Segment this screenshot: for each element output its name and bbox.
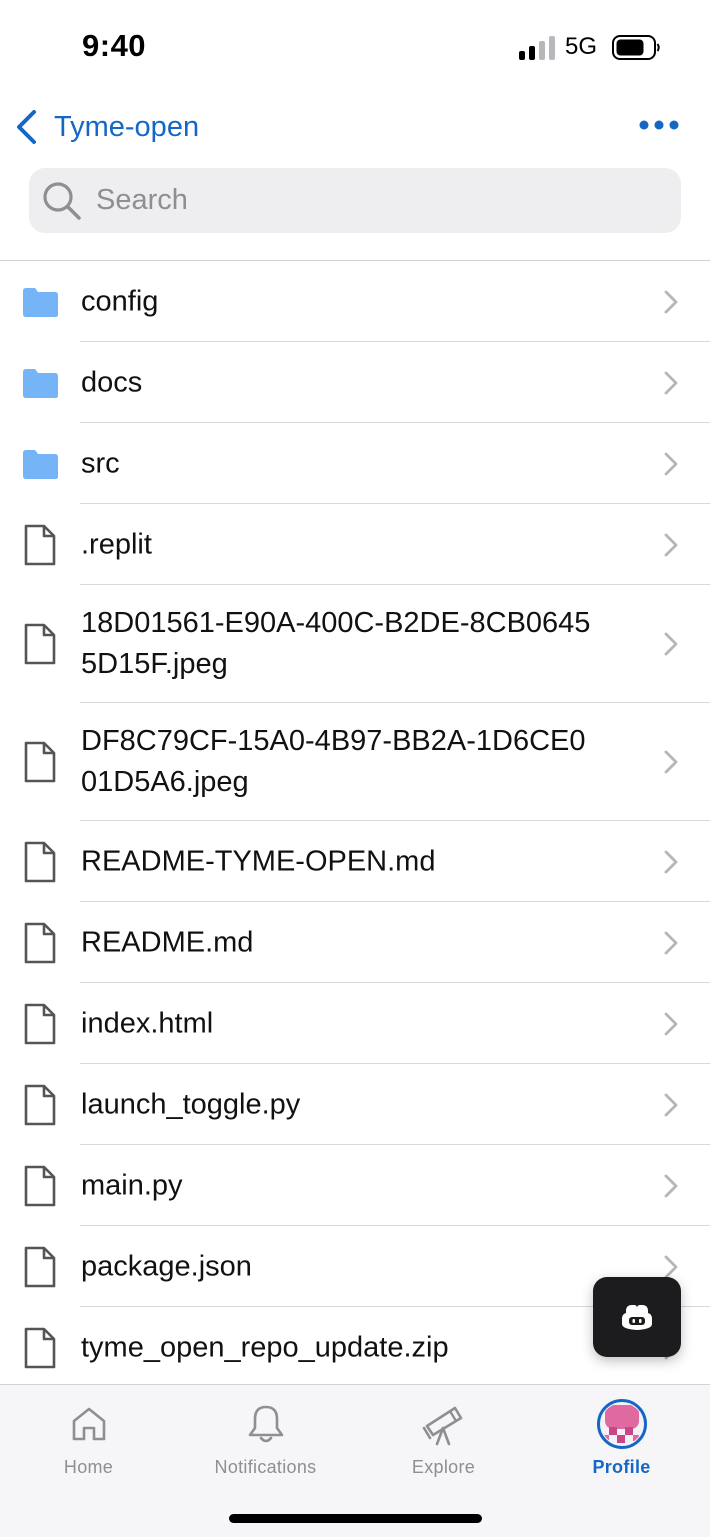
- search-icon: [43, 181, 81, 220]
- file-icon: [20, 1243, 60, 1291]
- file-icon: [20, 521, 60, 569]
- file-row[interactable]: main.py: [0, 1145, 710, 1226]
- file-row[interactable]: launch_toggle.py: [0, 1064, 710, 1145]
- file-icon: [20, 838, 60, 886]
- file-row[interactable]: README.md: [0, 902, 710, 983]
- cellular-signal-icon: [519, 36, 555, 60]
- chevron-right-icon: [664, 750, 678, 774]
- battery-icon: [612, 35, 660, 60]
- file-name: README-TYME-OPEN.md: [81, 845, 436, 877]
- chevron-right-icon: [664, 850, 678, 873]
- file-icon: [20, 919, 60, 967]
- file-row[interactable]: README-TYME-OPEN.md: [0, 821, 710, 902]
- tab-explore[interactable]: Explore: [355, 1385, 532, 1485]
- tab-bar: Home Notifications Explore Profile: [0, 1384, 710, 1537]
- chevron-right-icon: [664, 1255, 678, 1278]
- folder-icon: [23, 368, 58, 398]
- file-icon: [20, 738, 60, 786]
- file-icon: [24, 922, 56, 963]
- file-name: README.md: [81, 926, 254, 958]
- file-name: DF8C79CF-15A0-4B97-BB2A-1D6CE001D5A6.jpe…: [81, 725, 586, 798]
- tab-explore-label: Explore: [411, 1457, 476, 1477]
- file-icon: [24, 1084, 56, 1125]
- chevron-right-icon: [664, 931, 678, 954]
- folder-row[interactable]: docs: [0, 342, 710, 423]
- file-icon: [24, 524, 56, 565]
- home-indicator: [229, 1514, 482, 1523]
- chevron-right-icon: [664, 533, 678, 556]
- telescope-icon: [422, 1406, 462, 1446]
- chevron-right-icon: [664, 1174, 678, 1197]
- tab-home[interactable]: Home: [0, 1385, 177, 1485]
- search-input[interactable]: Search: [29, 168, 681, 233]
- file-icon: [20, 1324, 60, 1372]
- home-icon: [72, 1407, 105, 1441]
- folder-row[interactable]: src: [0, 423, 710, 504]
- folder-row[interactable]: config: [0, 261, 710, 342]
- network-type: 5G: [565, 33, 598, 60]
- back-label: Tyme-open: [54, 110, 200, 143]
- search-placeholder: Search: [96, 184, 188, 216]
- copilot-icon: [622, 1305, 652, 1330]
- back-button[interactable]: Tyme-open: [14, 105, 199, 149]
- file-row[interactable]: .replit: [0, 504, 710, 585]
- file-icon: [20, 1000, 60, 1048]
- chevron-right-icon: [664, 1012, 678, 1035]
- ellipsis-icon[interactable]: [636, 109, 682, 141]
- file-name: index.html: [81, 1007, 214, 1039]
- avatar: [596, 1399, 647, 1449]
- file-name: .replit: [81, 528, 152, 560]
- file-name: 18D01561-E90A-400C-B2DE-8CB06455D15F.jpe…: [81, 607, 591, 680]
- folder-icon: [20, 278, 60, 326]
- folder-name: docs: [81, 366, 143, 398]
- chevron-left-icon: [17, 110, 36, 144]
- file-icon: [24, 1003, 56, 1044]
- chevron-right-icon: [664, 1093, 678, 1116]
- tab-profile[interactable]: Profile: [533, 1385, 710, 1485]
- file-icon: [24, 623, 56, 665]
- file-name: launch_toggle.py: [81, 1088, 301, 1120]
- file-icon: [20, 620, 60, 668]
- folder-icon: [23, 287, 58, 317]
- file-name: main.py: [81, 1169, 183, 1201]
- status-time: 9:40: [82, 28, 147, 63]
- file-list: config docs src .replit 18D01561-E90A-400C-B…: [0, 261, 710, 1388]
- folder-icon: [23, 449, 58, 479]
- file-icon: [20, 1081, 60, 1129]
- chevron-right-icon: [664, 452, 678, 475]
- file-icon: [24, 741, 56, 783]
- file-icon: [24, 1165, 56, 1206]
- file-row[interactable]: index.html: [0, 983, 710, 1064]
- file-name: package.json: [81, 1250, 252, 1282]
- file-icon: [24, 1246, 56, 1287]
- copilot-button[interactable]: [593, 1277, 681, 1357]
- file-name: tyme_open_repo_update.zip: [81, 1331, 449, 1363]
- file-row[interactable]: DF8C79CF-15A0-4B97-BB2A-1D6CE001D5A6.jpe…: [0, 703, 710, 821]
- folder-icon: [20, 359, 60, 407]
- chevron-right-icon: [664, 371, 678, 394]
- bell-icon: [248, 1405, 283, 1443]
- status-bar: 9:40 5G: [0, 0, 710, 95]
- nav-header: Tyme-open: [0, 95, 710, 160]
- file-icon: [24, 841, 56, 882]
- file-icon: [24, 1327, 56, 1368]
- tab-profile-label: Profile: [592, 1457, 651, 1477]
- chevron-right-icon: [664, 290, 678, 313]
- tab-notifications[interactable]: Notifications: [177, 1385, 354, 1485]
- tab-notifications-label: Notifications: [214, 1457, 317, 1477]
- folder-name: config: [81, 285, 159, 317]
- file-row[interactable]: 18D01561-E90A-400C-B2DE-8CB06455D15F.jpe…: [0, 585, 710, 703]
- tab-home-label: Home: [63, 1457, 114, 1477]
- file-icon: [20, 1162, 60, 1210]
- folder-name: src: [81, 447, 120, 479]
- chevron-right-icon: [664, 632, 678, 656]
- folder-icon: [20, 440, 60, 488]
